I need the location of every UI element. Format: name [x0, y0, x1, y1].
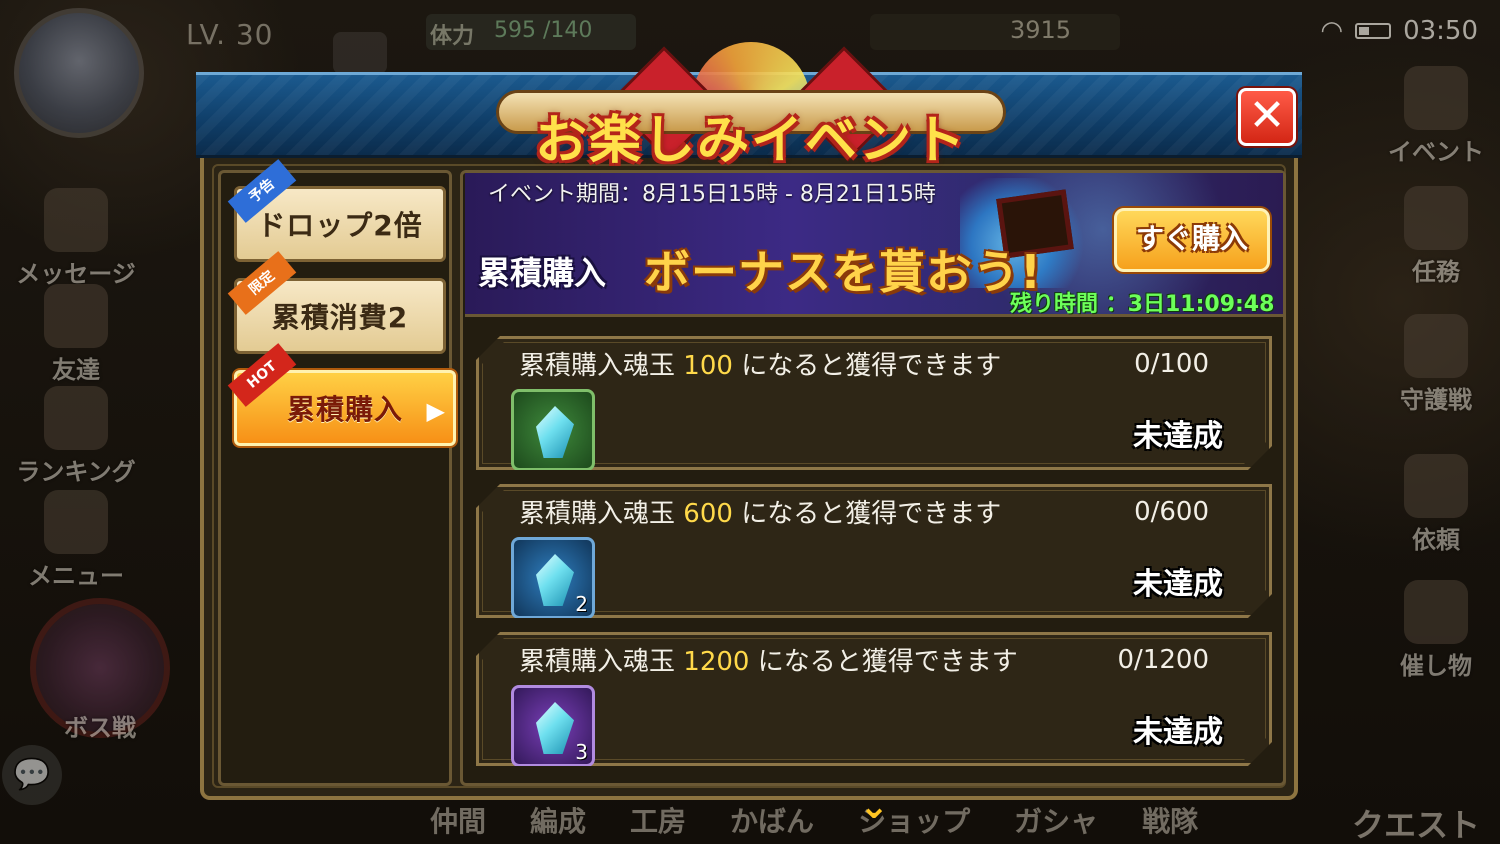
- tab-column: [218, 170, 452, 786]
- clock: 03:50: [1403, 16, 1478, 46]
- nav-squad[interactable]: 戦隊: [1142, 800, 1198, 840]
- reward-status: 未達成: [1133, 419, 1223, 454]
- banner-event-name: 累積購入: [478, 254, 607, 292]
- reward-item-soul-gem[interactable]: 3: [511, 685, 595, 767]
- nav-bag[interactable]: かばん: [730, 800, 814, 840]
- side-menu-menu[interactable]: メニュー: [6, 490, 146, 591]
- reward-progress: 0/100: [1134, 349, 1209, 379]
- tab-label: ドロップ2倍: [257, 209, 423, 242]
- reward-card: 累積購入魂玉 100 になると獲得できます 0/100 未達成: [476, 336, 1272, 470]
- chevron-down-icon[interactable]: ⌄: [848, 789, 900, 825]
- reward-item-soul-gem[interactable]: [511, 389, 595, 471]
- nav-workshop[interactable]: 工房: [630, 800, 686, 840]
- mission-icon: [1404, 186, 1468, 250]
- soul-gem-icon: [536, 554, 574, 606]
- reward-progress: 0/600: [1134, 497, 1209, 527]
- wifi-icon: ◠: [1320, 16, 1344, 46]
- chevron-right-icon: ▶: [426, 397, 445, 425]
- nav-gacha[interactable]: ガシャ: [1014, 800, 1098, 840]
- nav-formation[interactable]: 編成: [530, 800, 586, 840]
- reward-suffix: になると獲得できます: [757, 647, 1018, 677]
- festival-icon: [1404, 580, 1468, 644]
- gems-value: 3915: [1010, 16, 1072, 44]
- side-menu-mission[interactable]: 任務: [1366, 186, 1500, 287]
- reward-progress: 0/1200: [1117, 645, 1209, 675]
- reward-item-soul-gem[interactable]: 2: [511, 537, 595, 619]
- tab-label: 累積消費2: [271, 301, 409, 334]
- reward-condition: 累積購入魂玉 100 になると獲得できます: [519, 345, 1001, 382]
- side-menu-request[interactable]: 依頼: [1366, 454, 1500, 555]
- tab-label: 累積購入: [286, 393, 403, 426]
- player-level: LV. 30: [186, 18, 274, 51]
- friends-icon: [44, 284, 108, 348]
- reward-condition: 累積購入魂玉 600 になると獲得できます: [519, 493, 1001, 530]
- close-button[interactable]: ✕: [1238, 88, 1296, 146]
- reward-prefix: 累積購入魂玉: [519, 351, 676, 381]
- banner-headline: ボーナスを貰おう!: [644, 245, 1042, 299]
- buy-now-button[interactable]: すぐ購入: [1114, 208, 1270, 272]
- side-menu-boss-label: ボス戦: [64, 714, 136, 742]
- modal-title-plate: お楽しみイベント: [496, 42, 1006, 171]
- reward-prefix: 累積購入魂玉: [519, 647, 676, 677]
- reward-card: 累積購入魂玉 1200 になると獲得できます 0/1200 3 未達成: [476, 632, 1272, 766]
- quest-button[interactable]: クエスト: [1352, 800, 1480, 844]
- chat-icon[interactable]: 💬: [2, 745, 62, 805]
- tab-cumulative-purchase[interactable]: HOT 累積購入 ▶: [227, 343, 456, 446]
- side-menu-friends[interactable]: 友達: [6, 284, 146, 385]
- reward-suffix: になると獲得できます: [741, 499, 1002, 529]
- item-count: 3: [575, 740, 588, 764]
- item-count: 2: [575, 592, 588, 616]
- system-status-bar: ◠ 03:50: [1320, 16, 1478, 46]
- side-menu-message[interactable]: メッセージ: [6, 188, 146, 289]
- gems-bar: [870, 14, 1120, 50]
- modal-title: お楽しみイベント: [534, 111, 967, 171]
- tab-drop-double[interactable]: 予告 ドロップ2倍: [227, 159, 446, 262]
- soul-gem-icon: [536, 702, 574, 754]
- side-menu-event[interactable]: イベント: [1366, 66, 1500, 167]
- soul-gem-icon: [536, 406, 574, 458]
- guardian-icon: [1404, 314, 1468, 378]
- reward-condition: 累積購入魂玉 1200 になると獲得できます: [519, 641, 1018, 678]
- reward-amount: 600: [683, 499, 733, 529]
- camera-icon[interactable]: [333, 32, 387, 74]
- event-icon: [1404, 66, 1468, 130]
- side-menu-guardian[interactable]: 守護戦: [1366, 314, 1500, 415]
- side-menu-ranking[interactable]: ランキング: [6, 386, 146, 487]
- menu-icon: [44, 490, 108, 554]
- reward-suffix: になると獲得できます: [741, 351, 1002, 381]
- remaining-time: 残り時間 ：3日11:09:48: [1010, 292, 1275, 317]
- nav-friends[interactable]: 仲間: [430, 800, 486, 840]
- reward-status: 未達成: [1133, 715, 1223, 750]
- stamina-value: 595 /140: [494, 18, 593, 43]
- message-icon: [44, 188, 108, 252]
- reward-amount: 1200: [683, 647, 750, 677]
- battery-icon: [1355, 23, 1392, 39]
- reward-card: 累積購入魂玉 600 になると獲得できます 0/600 2 未達成: [476, 484, 1272, 618]
- stamina-label: 体力: [430, 24, 475, 49]
- tab-cumulative-spend[interactable]: 限定 累積消費2: [227, 251, 446, 354]
- reward-amount: 100: [683, 351, 733, 381]
- request-icon: [1404, 454, 1468, 518]
- reward-prefix: 累積購入魂玉: [519, 499, 676, 529]
- bottom-nav: 仲間 編成 工房 かばん ショップ ガシャ 戦隊: [430, 800, 1198, 840]
- side-menu-festival[interactable]: 催し物: [1366, 580, 1500, 681]
- event-period: イベント期間：8月15日15時 - 8月21日15時: [488, 182, 936, 207]
- trophy-icon: [44, 386, 108, 450]
- reward-status: 未達成: [1133, 567, 1223, 602]
- player-avatar[interactable]: [14, 8, 144, 138]
